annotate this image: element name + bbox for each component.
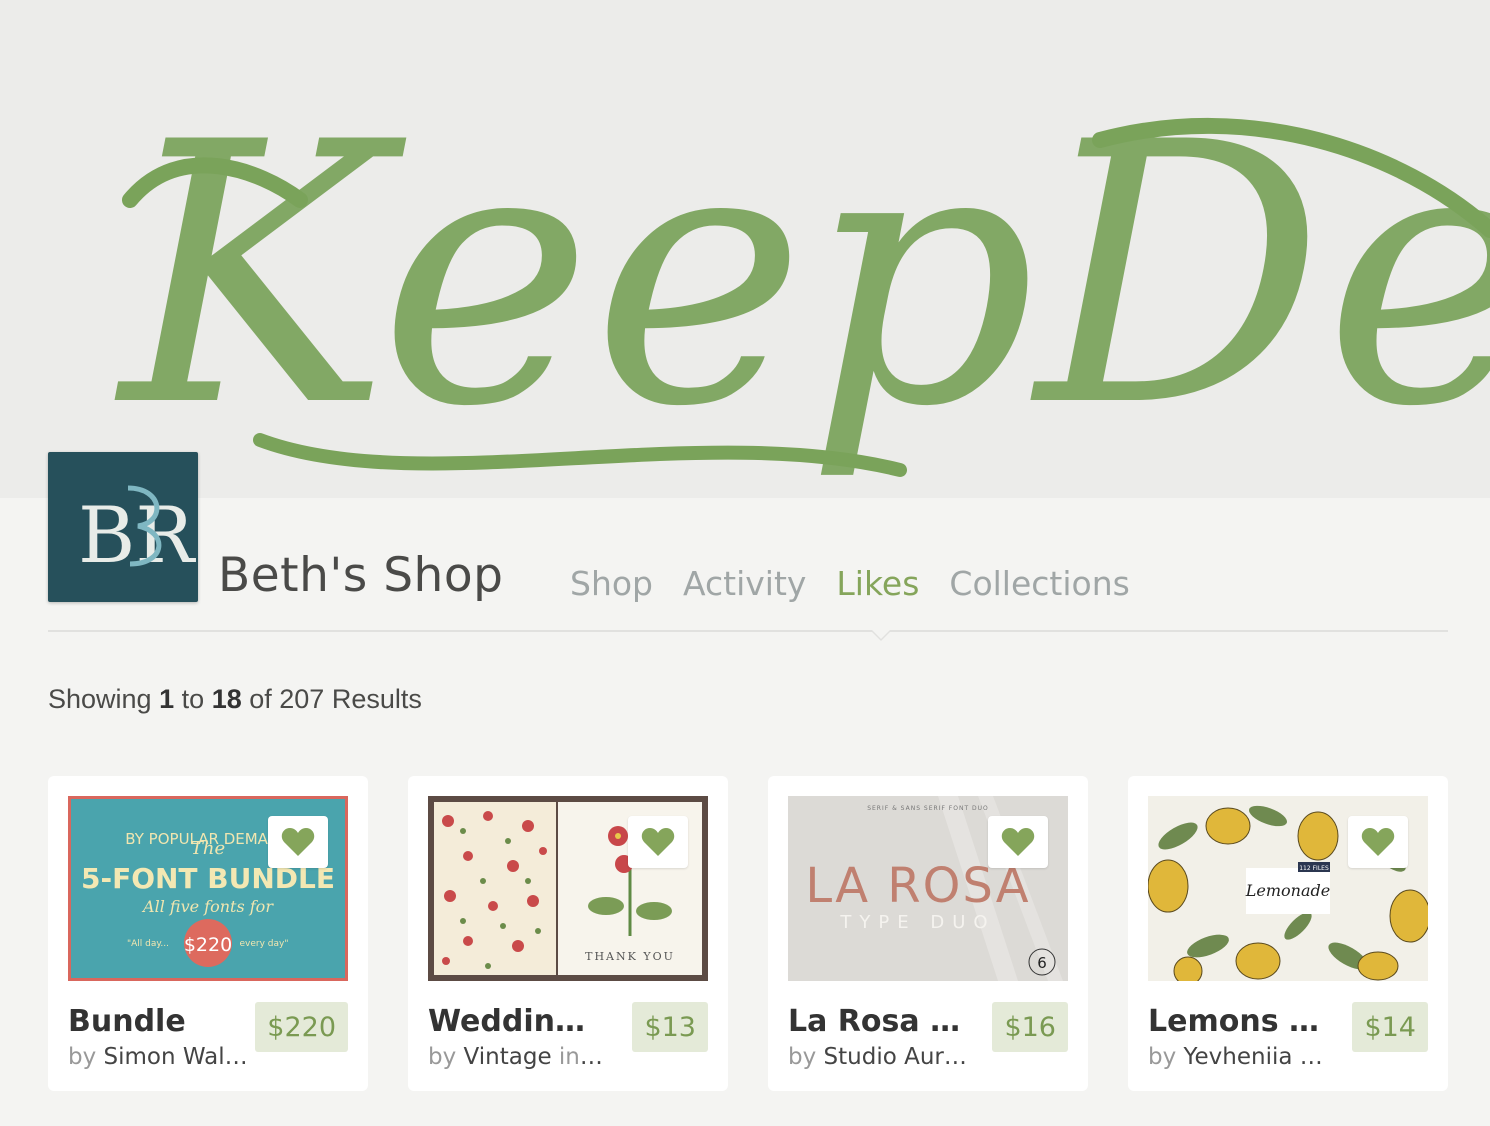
product-byline: by Simon Wal…	[68, 1044, 248, 1070]
product-card[interactable]: 112 FILES Lemonade Lemons - … by Yevheni…	[1128, 776, 1448, 1091]
like-button[interactable]	[628, 816, 688, 868]
active-tab-indicator-inner	[872, 630, 890, 639]
thumb-text: The	[191, 838, 225, 859]
product-title[interactable]: La Rosa – …	[788, 1004, 966, 1039]
byline-by: by	[788, 1044, 817, 1070]
product-grid: BY POPULAR DEMAND The 5-FONT BUNDLE All …	[48, 776, 1448, 1091]
tab-likes[interactable]: Likes	[836, 564, 919, 603]
results-to: 18	[211, 684, 242, 714]
tab-collections[interactable]: Collections	[949, 564, 1129, 603]
byline-by: by	[428, 1044, 457, 1070]
results-from: 1	[159, 684, 175, 714]
shop-nav: Shop Activity Likes Collections	[570, 564, 1130, 603]
thumb-text: every day"	[240, 939, 289, 949]
shop-name: Beth's Shop	[218, 548, 504, 603]
price-badge: $220	[255, 1002, 348, 1052]
product-byline: by Studio Aur…	[788, 1044, 968, 1070]
results-total: of 207 Results	[249, 684, 422, 714]
like-button[interactable]	[1348, 816, 1408, 868]
heart-icon	[641, 828, 675, 856]
banner-lettering: KeepDesign	[114, 66, 1490, 485]
product-title[interactable]: Lemons - …	[1148, 1004, 1326, 1039]
tab-activity[interactable]: Activity	[683, 564, 806, 603]
price-badge: $14	[1352, 1002, 1428, 1052]
results-prefix: Showing	[48, 684, 152, 714]
price-badge: $16	[992, 1002, 1068, 1052]
like-button[interactable]	[988, 816, 1048, 868]
thumb-text: Lemonade	[1245, 881, 1330, 900]
product-author[interactable]: Yevheniia i…	[1184, 1044, 1328, 1070]
shop-avatar[interactable]: BR	[48, 452, 198, 602]
product-title[interactable]: Bundle	[68, 1004, 246, 1039]
byline-by: by	[1148, 1044, 1177, 1070]
results-to-word: to	[181, 684, 205, 714]
thumb-text: SERIF & SANS SERIF FONT DUO	[867, 805, 989, 812]
thumb-text: $220	[184, 934, 232, 956]
product-card[interactable]: BY POPULAR DEMAND The 5-FONT BUNDLE All …	[48, 776, 368, 1091]
product-author[interactable]: Vintage	[464, 1044, 552, 1070]
product-byline: by Yevheniia i…	[1148, 1044, 1328, 1070]
results-count: Showing 1 to 18 of 207 Results	[48, 684, 422, 715]
product-author[interactable]: Studio Aur…	[824, 1044, 967, 1070]
tab-shop[interactable]: Shop	[570, 564, 653, 603]
heart-icon	[1001, 828, 1035, 856]
product-author[interactable]: Simon Wal…	[104, 1044, 248, 1070]
thumb-text: "All day...	[127, 939, 169, 949]
thumb-text: THANK YOU	[585, 950, 675, 963]
thumb-text: 112 FILES	[1299, 865, 1329, 872]
thumb-text: All five fonts for	[141, 897, 274, 916]
thumb-text: TYPE DUO	[839, 912, 995, 933]
logo-monogram: BR	[78, 491, 196, 581]
like-button[interactable]	[268, 816, 328, 868]
shop-logo: BR	[78, 485, 196, 581]
price-badge: $13	[632, 1002, 708, 1052]
shop-banner: KeepDesign	[0, 0, 1490, 498]
nav-divider	[48, 630, 1448, 632]
byline-by: by	[68, 1044, 97, 1070]
byline-in: in …	[558, 1044, 608, 1070]
thumb-text: 6	[1037, 954, 1047, 972]
product-card[interactable]: THANK YOU Wedding … by Vintage in … $13	[408, 776, 728, 1091]
product-byline: by Vintage in …	[428, 1044, 608, 1070]
heart-icon	[1361, 828, 1395, 856]
product-card[interactable]: SERIF & SANS SERIF FONT DUO LA ROSA TYPE…	[768, 776, 1088, 1091]
heart-icon	[281, 828, 315, 856]
product-title[interactable]: Wedding …	[428, 1004, 606, 1039]
